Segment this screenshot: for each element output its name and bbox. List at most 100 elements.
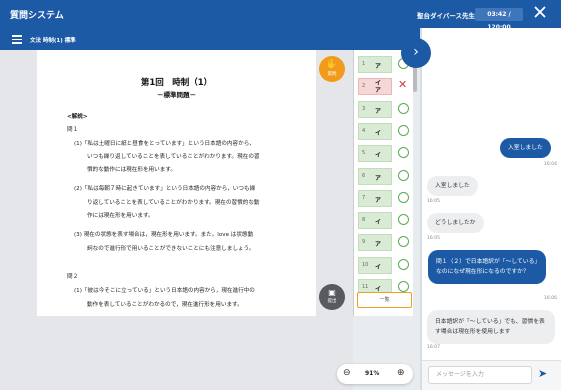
send-icon[interactable]: ➤ [538, 367, 547, 380]
document-page: 第1回 時制（1） －標準問題－ <解説> 問１ (1)「私は土曜日に紙と昼食を… [37, 50, 316, 316]
raise-hand-button[interactable]: ✋ 質問 [319, 56, 345, 82]
sub-bar: 文法 時制(1) 標準 [0, 28, 420, 50]
answer-cell[interactable]: 10 イ [358, 256, 392, 274]
answer-cell[interactable]: 9ア [358, 234, 392, 252]
answer-cell[interactable]: 1ア [358, 56, 392, 73]
answer-row[interactable]: 10 イ [358, 256, 409, 274]
close-icon [534, 6, 546, 18]
submit-button[interactable]: ▣ 提出 [319, 284, 345, 310]
answer-cell[interactable]: 3ア [358, 100, 392, 118]
answer-row[interactable]: 4イ [358, 122, 409, 140]
doc-line: いつも繰り返していることを表していることがわかります。現在の習 [87, 154, 260, 160]
chat-message: 入室しました [500, 138, 551, 158]
chat-message: 入室しました [427, 176, 478, 196]
answer-row[interactable]: 7ア [358, 189, 409, 207]
answer-row[interactable]: 8イ [358, 212, 409, 230]
material-title: 文法 時制(1) 標準 [30, 38, 76, 44]
app-title: 質問システム [10, 11, 64, 21]
teacher-name: 聖台ダイバース先生 [417, 12, 476, 20]
answer-value: ア [375, 63, 382, 70]
session-timer: 03:42 / 120:00 [475, 8, 523, 31]
answer-number: 6 [362, 172, 366, 179]
correct-icon [398, 169, 409, 181]
doc-line: 詞なので進行形で用いることができないことにも注意しましょう。 [87, 246, 255, 252]
correct-icon [398, 102, 409, 114]
menu-icon[interactable] [12, 35, 22, 44]
answer-value: イ [375, 152, 382, 160]
answer-number: 1 [362, 61, 366, 67]
correct-icon [398, 214, 409, 226]
answer-value: イ [375, 129, 382, 137]
answer-row[interactable]: 9ア [358, 234, 409, 252]
answer-cell[interactable]: 6ア [358, 167, 392, 185]
incorrect-icon: ✕ [398, 78, 408, 92]
doc-line: り返していることを表していることがわかります。現在の習慣的な動 [87, 200, 260, 206]
answer-number: 5 [362, 150, 366, 157]
close-button[interactable] [532, 5, 548, 21]
answer-row[interactable]: 1ア [358, 56, 409, 73]
answer-value: ア [375, 196, 382, 204]
message-time: 16:06 [544, 296, 557, 301]
message-time: 16:05 [427, 199, 440, 204]
document-viewer[interactable]: 第1回 時制（1） －標準問題－ <解説> 問１ (1)「私は土曜日に紙と昼食を… [0, 50, 353, 390]
answer-value: ア [375, 107, 382, 115]
zoom-out-icon[interactable]: ⊖ [343, 368, 351, 378]
raise-hand-label: 質問 [327, 72, 337, 77]
message-time: 16:05 [427, 236, 440, 241]
answer-value: ア [375, 241, 382, 249]
answer-panel: 1ア2イ ア ✕ 3 ア 4 イ 5 イ 6 ア 7 ア 8 イ 9 ア 10 イ 11 イ [353, 50, 413, 316]
doc-section: <解説> [67, 114, 88, 120]
answer-row[interactable]: 2 イ ア ✕ [358, 78, 408, 96]
answer-number: 11 [362, 284, 369, 290]
answer-number: 9 [362, 239, 366, 246]
chat-message: 日本語訳が「～している」でも、習慣を表す場合は現在形を使用します [427, 310, 555, 344]
chat-compose: メッセージを入力 ➤ [422, 360, 561, 390]
answer-row[interactable]: 6ア [358, 167, 409, 185]
doc-subtitle: －標準問題－ [157, 91, 196, 99]
zoom-control: ⊖ 91% ⊕ [337, 364, 413, 384]
hand-icon: ✋ [325, 59, 339, 70]
top-bar: 質問システム 聖台ダイバース先生 03:42 / 120:00 [0, 0, 561, 31]
answer-row[interactable]: 3ア [358, 100, 409, 118]
correct-icon [398, 191, 409, 203]
answer-cell[interactable]: 2 イ ア [358, 78, 392, 96]
answer-number: 4 [362, 127, 366, 134]
answer-number: 3 [362, 105, 366, 112]
answer-cell[interactable]: 7ア [358, 189, 392, 207]
zoom-level: 91% [365, 370, 380, 377]
doc-line: 慣的な動作には現在形を用います。 [87, 167, 176, 173]
answer-list-button[interactable]: 一覧 [357, 292, 412, 308]
doc-line: 動作を表していることがわかるので，現在進行形を用います。 [87, 302, 243, 308]
answer-value: イ [375, 263, 382, 271]
doc-line: 問２ [67, 274, 79, 280]
answer-number: 2 [362, 83, 366, 90]
correct-icon [398, 124, 409, 136]
answer-cell[interactable]: 5イ [358, 145, 392, 163]
chat-panel: 入室しました 16:04 入室しました 16:05 どうしましたか 16:05 … [420, 28, 561, 390]
answer-number: 7 [362, 194, 366, 201]
submit-label: 提出 [327, 299, 337, 304]
correct-icon [398, 236, 409, 248]
correct-icon [398, 147, 409, 159]
doc-title: 第1回 時制（1） [140, 78, 213, 88]
chat-message: 問１（２）で日本語訳が「～している」なのになぜ現在形になるのですか？ [428, 250, 546, 284]
answer-row[interactable]: 5イ [358, 145, 409, 163]
correct-icon [398, 281, 409, 292]
doc-line: 作には現在形を用います。 [87, 213, 154, 219]
message-time: 16:04 [544, 162, 557, 167]
doc-line: (3) 現在の状態を表す場合は，現在形を用います。また，love は状態動 [74, 232, 254, 238]
answer-cell[interactable]: 8イ [358, 212, 392, 230]
answer-cell[interactable]: 4イ [358, 122, 392, 140]
chat-input[interactable]: メッセージを入力 [428, 366, 532, 384]
chat-message: どうしましたか [427, 213, 484, 233]
answer-number: 10 [362, 261, 369, 268]
answer-number: 8 [362, 217, 366, 224]
message-time: 16:07 [427, 345, 440, 350]
correct-icon [398, 258, 409, 270]
doc-line: (1)「私は土曜日に紙と昼食をとっています」という日本語の内容から， [74, 141, 255, 147]
zoom-in-icon[interactable]: ⊕ [397, 368, 405, 378]
answer-value: ア [375, 174, 382, 182]
answer-value: イ ア [375, 80, 382, 95]
document-icon: ▣ [328, 288, 336, 297]
collapse-chat-button[interactable]: › [401, 38, 431, 68]
